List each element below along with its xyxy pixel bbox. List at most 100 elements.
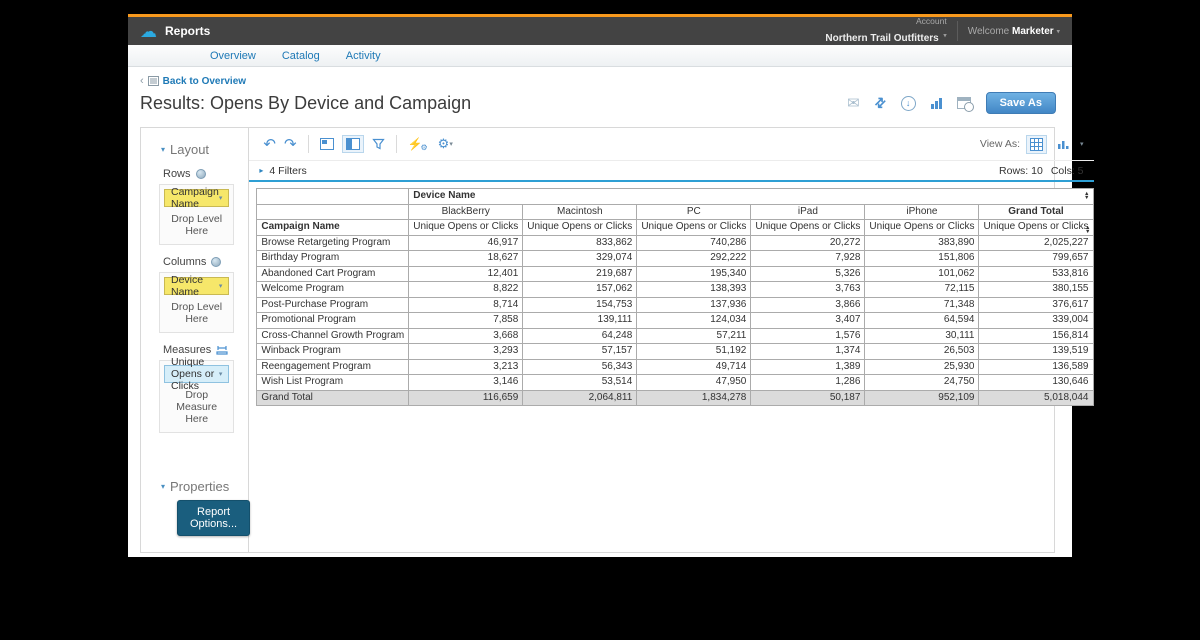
measure-header[interactable]: Unique Opens or Clicks xyxy=(865,220,979,236)
toolbar-divider xyxy=(308,135,309,153)
tab-catalog[interactable]: Catalog xyxy=(282,50,320,62)
value-cell: 1,576 xyxy=(751,328,865,344)
device-column-header[interactable]: iPhone xyxy=(865,204,979,220)
measure-header[interactable]: Unique Opens or Clicks xyxy=(409,220,523,236)
value-cell: 156,814 xyxy=(979,328,1093,344)
filters-expander[interactable]: ▸ 4 Filters xyxy=(259,165,306,177)
value-cell: 24,750 xyxy=(865,375,979,391)
device-column-header[interactable]: iPad xyxy=(751,204,865,220)
columns-label: Columns xyxy=(163,256,206,268)
value-cell: 51,192 xyxy=(637,344,751,360)
refresh-icon[interactable]: ⇄ xyxy=(871,93,890,112)
value-cell: 12,401 xyxy=(409,266,523,282)
measure-header[interactable]: Unique Opens or Clicks xyxy=(751,220,865,236)
chevron-down-icon: ▾ xyxy=(1056,28,1060,35)
save-as-button[interactable]: Save As xyxy=(986,92,1056,114)
value-cell: 3,293 xyxy=(409,344,523,360)
value-cell: 30,111 xyxy=(865,328,979,344)
sort-icon[interactable]: ▲▼ xyxy=(1084,192,1089,200)
page-title: Results: Opens By Device and Campaign xyxy=(140,93,471,114)
measure-header[interactable]: Unique Opens or Clicks xyxy=(523,220,637,236)
table-row: Welcome Program8,822157,062138,3933,7637… xyxy=(257,282,1093,298)
value-cell: 380,155 xyxy=(979,282,1093,298)
measure-select[interactable]: Unique Opens or Clicks ▾ xyxy=(164,365,229,383)
layout-section-toggle[interactable]: ▾ Layout xyxy=(161,142,248,157)
filter-icon[interactable] xyxy=(372,138,385,150)
campaign-name-cell: Winback Program xyxy=(257,344,409,360)
rows-drop-zone[interactable]: Drop Level Here xyxy=(164,207,229,240)
measure-header[interactable]: Unique Opens or Clicks▲▼ xyxy=(979,220,1093,236)
report-options-button[interactable]: Report Options... xyxy=(177,500,250,536)
value-cell: 130,646 xyxy=(979,375,1093,391)
email-icon[interactable]: ✉ xyxy=(847,94,860,112)
chevron-down-icon: ▾ xyxy=(219,282,223,290)
value-cell: 376,617 xyxy=(979,297,1093,313)
measure-header[interactable]: Unique Opens or Clicks xyxy=(637,220,751,236)
row-dimension-header[interactable]: Campaign Name xyxy=(257,220,409,236)
rows-dimension-select[interactable]: Campaign Name ▾ xyxy=(164,189,229,207)
view-as-table-icon[interactable] xyxy=(1026,135,1047,154)
value-cell: 7,928 xyxy=(751,251,865,267)
undo-icon[interactable]: ↶ xyxy=(263,137,276,152)
breadcrumb[interactable]: ‹ Back to Overview xyxy=(140,75,1072,87)
value-cell: 124,034 xyxy=(637,313,751,329)
measures-label-row: Measures xyxy=(163,344,248,356)
header-divider xyxy=(957,21,958,41)
chevron-down-icon[interactable]: ▾ xyxy=(1080,140,1084,148)
device-column-header[interactable]: Macintosh xyxy=(523,204,637,220)
value-cell: 1,286 xyxy=(751,375,865,391)
sort-icon[interactable]: ▲▼ xyxy=(1085,226,1090,234)
value-cell: 952,109 xyxy=(865,390,979,406)
campaign-name-cell: Abandoned Cart Program xyxy=(257,266,409,282)
report-panel: ▾ Layout Rows Campaign Name ▾ Drop Level… xyxy=(140,127,1055,553)
account-label: Account xyxy=(825,16,946,26)
value-cell: 383,890 xyxy=(865,235,979,251)
columns-drop-zone[interactable]: Drop Level Here xyxy=(164,295,229,328)
report-toolbar: ↶ ↷ ⚡⚙ ⚙▾ View As: xyxy=(249,128,1093,161)
account-selector[interactable]: Account Northern Trail Outfitters ▾ xyxy=(825,16,946,45)
layout-section-label: Layout xyxy=(170,142,209,157)
measure-value: Unique Opens or Clicks xyxy=(171,356,219,392)
grid-size-indicator: Rows: 10 Cols: 5 xyxy=(999,165,1083,177)
run-report-icon[interactable]: ⚡⚙ xyxy=(408,137,430,151)
level-icon xyxy=(196,169,206,179)
table-row: Cross-Channel Growth Program3,66864,2485… xyxy=(257,328,1093,344)
columns-dimension-select[interactable]: Device Name ▾ xyxy=(164,277,229,295)
table-row: Winback Program3,29357,15751,1921,37426,… xyxy=(257,344,1093,360)
layout-left-panel-icon[interactable] xyxy=(342,135,364,153)
value-cell: 740,286 xyxy=(637,235,751,251)
settings-gear-icon[interactable]: ⚙▾ xyxy=(438,136,453,152)
redo-icon[interactable]: ↷ xyxy=(284,137,297,152)
tab-activity[interactable]: Activity xyxy=(346,50,381,62)
user-menu[interactable]: Welcome Marketer ▾ xyxy=(968,26,1060,37)
tab-overview[interactable]: Overview xyxy=(210,50,256,62)
device-columns-row: BlackBerryMacintoshPCiPadiPhoneGrand Tot… xyxy=(257,204,1093,220)
report-main: ↶ ↷ ⚡⚙ ⚙▾ View As: xyxy=(249,128,1093,552)
welcome-label: Welcome xyxy=(968,26,1010,37)
value-cell: 139,519 xyxy=(979,344,1093,360)
value-cell: 25,930 xyxy=(865,359,979,375)
pivot-table: Device Name ▲▼ BlackBerryMacintoshPCiPad… xyxy=(256,188,1093,406)
back-to-overview-link[interactable]: Back to Overview xyxy=(163,76,246,87)
value-cell: 139,111 xyxy=(523,313,637,329)
device-column-header[interactable]: Grand Total xyxy=(979,204,1093,220)
view-as-chart-icon[interactable] xyxy=(1057,138,1070,150)
value-cell: 151,806 xyxy=(865,251,979,267)
value-cell: 3,407 xyxy=(751,313,865,329)
schedule-icon[interactable] xyxy=(957,97,971,109)
value-cell: 3,866 xyxy=(751,297,865,313)
layout-top-panel-icon[interactable] xyxy=(320,138,334,150)
collapse-triangle-icon: ▾ xyxy=(161,145,165,154)
chart-icon[interactable] xyxy=(931,97,942,109)
table-row: Post-Purchase Program8,714154,753137,936… xyxy=(257,297,1093,313)
download-icon[interactable]: ↓ xyxy=(901,96,916,111)
column-dimension-header[interactable]: Device Name ▲▼ xyxy=(409,189,1093,205)
value-cell: 72,115 xyxy=(865,282,979,298)
device-column-header[interactable]: BlackBerry xyxy=(409,204,523,220)
value-cell: 2,025,227 xyxy=(979,235,1093,251)
device-column-header[interactable]: PC xyxy=(637,204,751,220)
measure-icon xyxy=(216,345,228,355)
table-row: Wish List Program3,14653,51447,9501,2862… xyxy=(257,375,1093,391)
value-cell: 5,326 xyxy=(751,266,865,282)
properties-section-toggle[interactable]: ▾ Properties xyxy=(161,479,229,494)
